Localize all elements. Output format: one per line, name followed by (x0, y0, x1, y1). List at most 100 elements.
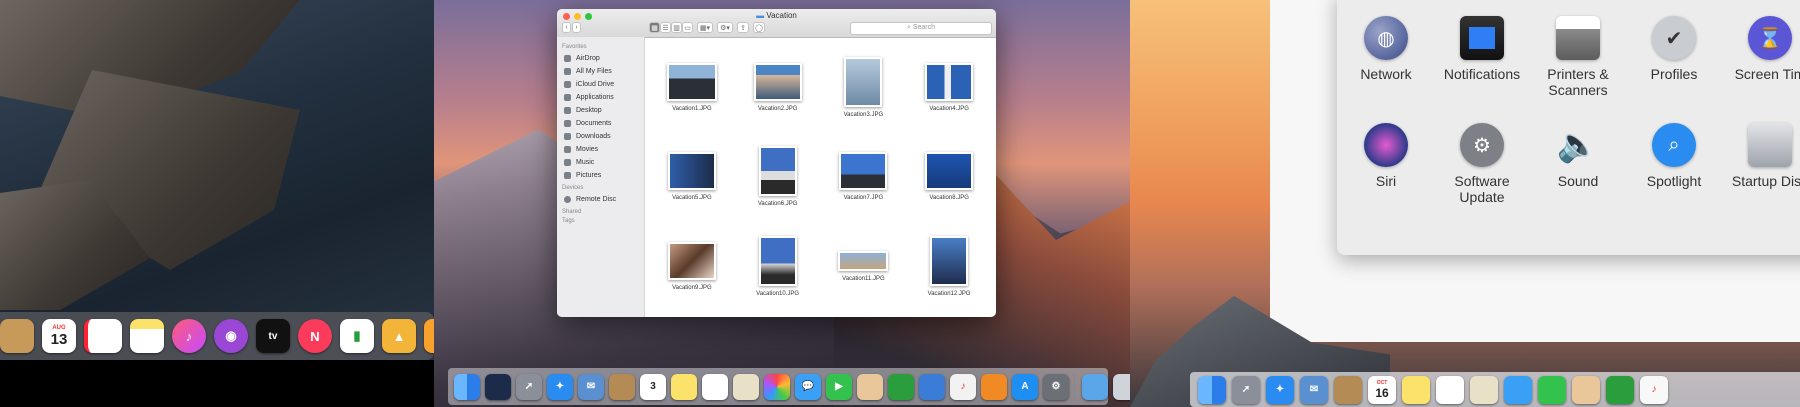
contacts-icon[interactable] (0, 319, 34, 353)
music-icon[interactable]: ♪ (172, 319, 206, 353)
pref-screen-time[interactable]: ⌛ Screen Tim (1720, 16, 1800, 82)
file-item[interactable]: Vacation8.JPG (906, 132, 992, 221)
calendar-icon[interactable]: OCT 16 (1368, 375, 1396, 404)
file-item[interactable]: Vacation10.JPG (735, 222, 821, 311)
podcasts-icon[interactable]: ◉ (214, 319, 248, 353)
pref-sound[interactable]: 🔈 Sound (1528, 123, 1628, 189)
reminders-icon[interactable] (84, 319, 122, 353)
pref-siri[interactable]: Siri (1336, 123, 1436, 189)
file-item[interactable]: Vacation1.JPG (649, 43, 735, 132)
share-button[interactable]: ⇪ (737, 22, 749, 33)
pref-label: Siri (1375, 173, 1397, 189)
sierra-desktop-panel: ▬ Vacation ‹ › ▦ ☰ ▥ ▭ ▦▾ ⚙▾ ⇪ ◯ ⌕ Searc… (434, 0, 1130, 407)
dock-divider (1074, 373, 1077, 400)
downloads-folder-icon[interactable] (1082, 373, 1108, 400)
gallery-view-button[interactable]: ▭ (682, 22, 693, 33)
sidebar-item-applications[interactable]: Applications (557, 91, 644, 104)
file-item[interactable]: Vacation5.JPG (649, 132, 735, 221)
pref-notifications[interactable]: Notifications (1432, 16, 1532, 82)
group-button[interactable]: ▦▾ (697, 22, 713, 33)
pref-startup-disk[interactable]: Startup Disk (1720, 123, 1800, 189)
sidebar-item-remote-disc[interactable]: Remote Disc (557, 193, 644, 206)
messages-icon[interactable]: 💬 (795, 373, 821, 400)
forward-button[interactable]: › (572, 22, 581, 33)
keynote-icon[interactable]: ▲ (382, 319, 416, 353)
sidebar-item-desktop[interactable]: Desktop (557, 104, 644, 117)
trash-icon[interactable] (1113, 373, 1130, 400)
notes-icon[interactable] (671, 373, 697, 400)
calendar-icon[interactable]: AUG 13 (42, 319, 76, 353)
numbers-icon[interactable]: ▮ (340, 319, 374, 353)
pref-printers-scanners[interactable]: Printers & Scanners (1528, 16, 1628, 98)
sidebar-item-airdrop[interactable]: AirDrop (557, 52, 644, 65)
file-item[interactable]: Vacation3.JPG (821, 43, 907, 132)
list-view-button[interactable]: ☰ (660, 22, 671, 33)
reminders-icon[interactable] (702, 373, 728, 400)
sidebar-item-movies[interactable]: Movies (557, 143, 644, 156)
pref-software-update[interactable]: ⚙ Software Update (1432, 123, 1532, 205)
pref-profiles[interactable]: ✔ Profiles (1624, 16, 1724, 82)
file-item[interactable]: Vacation11.JPG (821, 222, 907, 311)
icon-view-button[interactable]: ▦ (649, 22, 660, 33)
sidebar-item-pictures[interactable]: Pictures (557, 169, 644, 182)
calendar-icon[interactable]: 3 (640, 373, 666, 400)
numbers-icon[interactable] (1606, 375, 1634, 404)
launchpad-icon[interactable]: ➚ (1232, 375, 1260, 404)
search-icon: ⌕ (906, 24, 911, 31)
notes-icon[interactable] (1402, 375, 1430, 404)
safari-icon[interactable]: ✦ (547, 373, 573, 400)
mail-icon[interactable]: ✉ (578, 373, 604, 400)
pages-icon[interactable] (857, 373, 883, 400)
safari-icon[interactable]: ✦ (1266, 375, 1294, 404)
sidebar-item-downloads[interactable]: Downloads (557, 130, 644, 143)
pref-label: Network (1360, 66, 1412, 82)
itunes-icon[interactable]: ♪ (950, 373, 976, 400)
tv-icon[interactable]: tv (256, 319, 290, 353)
pref-spotlight[interactable]: ⌕ Spotlight (1624, 123, 1724, 189)
messages-icon[interactable] (1504, 375, 1532, 404)
itunes-icon[interactable]: ♪ (1640, 375, 1668, 404)
contacts-icon[interactable] (1334, 375, 1362, 404)
finder-icon[interactable] (1198, 375, 1226, 404)
sidebar-item-all-my-files[interactable]: All My Files (557, 65, 644, 78)
maps-icon[interactable] (733, 373, 759, 400)
news-icon[interactable]: N (298, 319, 332, 353)
file-item[interactable]: Vacation6.JPG (735, 132, 821, 221)
keynote-icon[interactable] (919, 373, 945, 400)
ibooks-icon[interactable] (981, 373, 1007, 400)
reminders-icon[interactable] (1436, 375, 1464, 404)
photos-icon[interactable] (764, 373, 790, 400)
file-item[interactable]: Vacation4.JPG (906, 43, 992, 132)
facetime-icon[interactable] (1538, 375, 1566, 404)
pages-icon[interactable]: ✎ (424, 319, 434, 353)
file-item[interactable]: Vacation2.JPG (735, 43, 821, 132)
file-item[interactable]: Vacation12.JPG (906, 222, 992, 311)
sidebar-item-documents[interactable]: Documents (557, 117, 644, 130)
mail-icon[interactable]: ✉ (1300, 375, 1328, 404)
file-item[interactable]: Vacation7.JPG (821, 132, 907, 221)
magnifier-icon: ⌕ (1652, 123, 1696, 167)
column-view-button[interactable]: ▥ (671, 22, 682, 33)
launchpad-icon[interactable]: ➚ (516, 373, 542, 400)
app-store-icon[interactable]: A (1012, 373, 1038, 400)
action-gear-button[interactable]: ⚙▾ (717, 22, 733, 33)
maps-icon[interactable] (1470, 375, 1498, 404)
tag-button[interactable]: ◯ (753, 22, 765, 33)
notes-icon[interactable] (130, 319, 164, 353)
sidebar-item-label: Documents (576, 120, 612, 127)
back-button[interactable]: ‹ (562, 22, 571, 33)
sidebar-item-music[interactable]: Music (557, 156, 644, 169)
sidebar-item-icloud-drive[interactable]: iCloud Drive (557, 78, 644, 91)
pages-icon[interactable] (1572, 375, 1600, 404)
numbers-icon[interactable] (888, 373, 914, 400)
pref-label: Software Update (1454, 173, 1510, 205)
pref-network[interactable]: ◍ Network (1336, 16, 1436, 82)
system-preferences-icon[interactable]: ⚙ (1043, 373, 1069, 400)
search-input[interactable]: ⌕ Search (850, 22, 992, 35)
siri-icon[interactable] (485, 373, 511, 400)
file-item[interactable]: Vacation9.JPG (649, 222, 735, 311)
facetime-icon[interactable]: ▶ (826, 373, 852, 400)
contacts-icon[interactable] (609, 373, 635, 400)
gear-icon: ⚙ (1460, 123, 1504, 167)
finder-icon[interactable] (454, 373, 480, 400)
